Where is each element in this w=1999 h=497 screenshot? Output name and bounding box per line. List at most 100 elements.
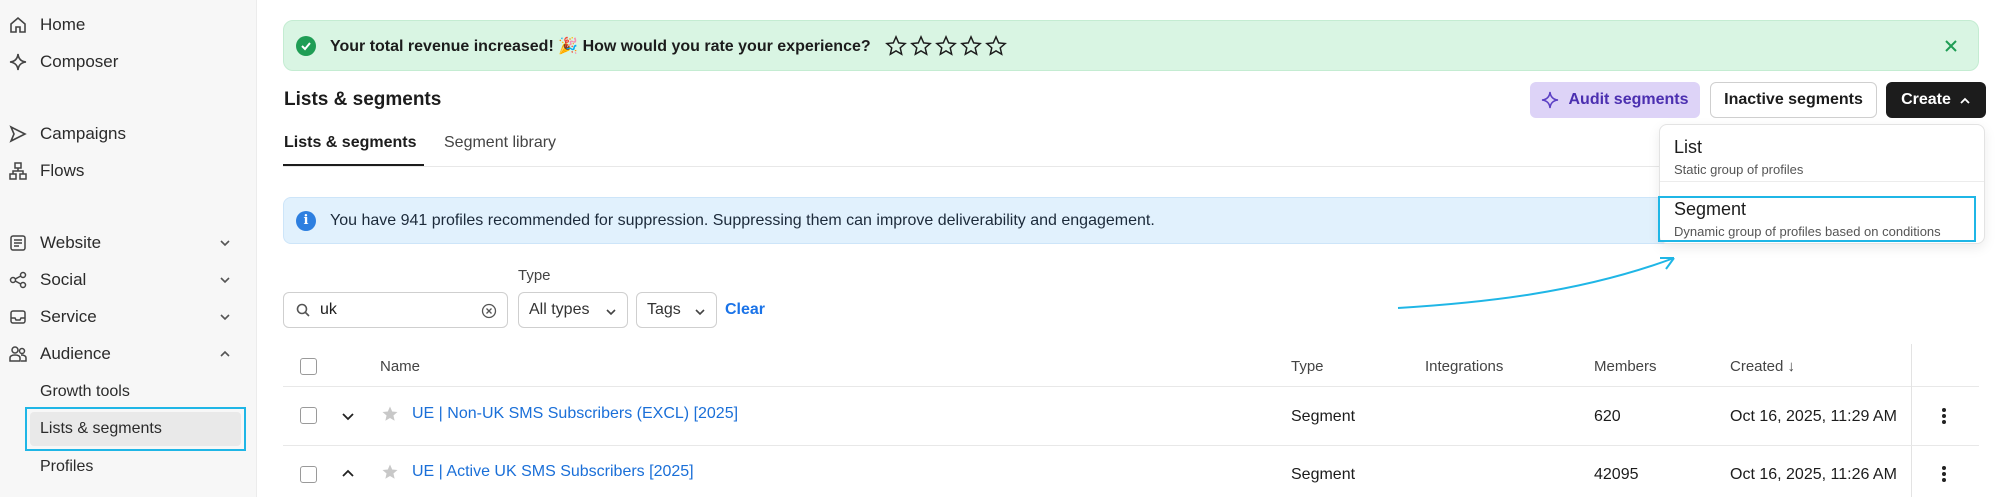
type-cell: Segment <box>1291 466 1356 483</box>
tab-segment-library[interactable]: Segment library <box>444 134 556 152</box>
sidebar-item-label: Composer <box>40 52 119 71</box>
column-header-integrations[interactable]: Integrations <box>1425 358 1503 375</box>
row-checkbox[interactable] <box>300 466 317 483</box>
select-all-checkbox[interactable] <box>300 358 317 375</box>
created-cell: Oct 16, 2025, 11:26 AM <box>1730 466 1897 483</box>
chevron-down-icon <box>218 309 232 323</box>
type-select[interactable]: All types <box>518 292 628 328</box>
sidebar-subitem-label: Lists & segments <box>40 420 162 437</box>
sidebar-item-audience[interactable]: Audience <box>8 338 248 370</box>
type-filter-label: Type <box>518 267 551 284</box>
sidebar-subitem-label: Growth tools <box>40 383 130 400</box>
sidebar-item-label: Service <box>40 307 97 326</box>
share-icon <box>8 270 28 290</box>
sidebar-item-flows[interactable]: Flows <box>8 155 248 187</box>
rating-stars <box>884 34 1007 57</box>
chevron-down-icon <box>605 305 617 317</box>
sidebar-item-website[interactable]: Website <box>8 227 248 259</box>
chevron-up-icon <box>1959 94 1971 106</box>
segment-highlight-box <box>1658 196 1976 242</box>
banner-message: Your total revenue increased! 🎉 How woul… <box>330 37 871 55</box>
clear-filters-link[interactable]: Clear <box>725 301 765 319</box>
segment-name-link[interactable]: UE | Non-UK SMS Subscribers (EXCL) [2025… <box>412 405 738 423</box>
favorite-star-icon[interactable] <box>381 405 399 423</box>
row-checkbox[interactable] <box>300 407 317 424</box>
favorite-star-icon[interactable] <box>381 463 399 481</box>
star-4-icon[interactable] <box>959 34 982 57</box>
more-options-icon[interactable] <box>1939 406 1949 426</box>
inbox-icon <box>8 307 28 327</box>
sidebar-subitem-label: Profiles <box>40 458 94 475</box>
chevron-down-icon <box>218 272 232 286</box>
inactive-segments-label: Inactive segments <box>1724 91 1863 108</box>
sidebar-item-label: Audience <box>40 344 111 363</box>
close-icon[interactable] <box>1942 37 1960 55</box>
members-cell: 42095 <box>1594 466 1639 483</box>
info-icon: i <box>296 210 316 231</box>
menu-item-list[interactable]: List Static group of profiles <box>1674 137 1803 177</box>
sidebar-item-social[interactable]: Social <box>8 264 248 296</box>
sidebar-item-composer[interactable]: Composer <box>8 46 248 78</box>
chevron-up-icon <box>218 346 232 360</box>
column-header-created[interactable]: Created ↓ <box>1730 358 1795 375</box>
audit-segments-button[interactable]: Audit segments <box>1530 82 1700 118</box>
audit-segments-label: Audit segments <box>1568 91 1689 108</box>
send-icon <box>8 124 28 144</box>
annotation-arrow <box>1397 257 1675 309</box>
search-icon <box>296 303 310 317</box>
search-input[interactable] <box>320 301 470 319</box>
document-icon <box>8 233 28 253</box>
page-title: Lists & segments <box>284 89 442 110</box>
sidebar-item-label: Website <box>40 233 102 252</box>
segment-name-link[interactable]: UE | Active UK SMS Subscribers [2025] <box>412 463 694 481</box>
sidebar-item-label: Flows <box>40 161 85 180</box>
sidebar-item-home[interactable]: Home <box>8 9 248 41</box>
header-divider <box>283 386 1979 387</box>
sidebar: Home Composer Campaigns Flows Website So… <box>0 0 257 497</box>
tab-lists-segments[interactable]: Lists & segments <box>284 134 416 152</box>
create-label: Create <box>1901 91 1951 108</box>
row-divider <box>283 445 1979 446</box>
type-cell: Segment <box>1291 408 1356 425</box>
sidebar-item-campaigns[interactable]: Campaigns <box>8 118 248 150</box>
menu-divider <box>1660 181 1984 182</box>
created-cell: Oct 16, 2025, 11:29 AM <box>1730 408 1897 425</box>
chevron-down-icon <box>218 235 232 249</box>
column-header-members[interactable]: Members <box>1594 358 1657 375</box>
sidebar-item-service[interactable]: Service <box>8 301 248 333</box>
type-select-value: All types <box>529 301 590 318</box>
clear-search-icon[interactable] <box>481 303 497 319</box>
sidebar-subitem-growth-tools[interactable]: Growth tools <box>40 378 130 406</box>
star-5-icon[interactable] <box>984 34 1007 57</box>
create-button[interactable]: Create <box>1886 82 1986 118</box>
chevron-up-icon[interactable] <box>340 466 356 482</box>
sparkle-icon <box>8 52 28 72</box>
flows-icon <box>8 161 28 181</box>
star-1-icon[interactable] <box>884 34 907 57</box>
menu-item-title: List <box>1674 137 1703 157</box>
sparkle-icon <box>1541 91 1559 109</box>
sidebar-item-label: Home <box>40 15 86 34</box>
members-cell: 620 <box>1594 408 1621 425</box>
actions-column-divider <box>1911 344 1912 497</box>
home-icon <box>8 15 28 35</box>
tags-select[interactable]: Tags <box>636 292 717 328</box>
column-header-name[interactable]: Name <box>380 358 420 375</box>
chevron-down-icon[interactable] <box>340 408 356 424</box>
more-options-icon[interactable] <box>1939 464 1949 484</box>
menu-item-description: Static group of profiles <box>1674 162 1804 177</box>
star-2-icon[interactable] <box>909 34 932 57</box>
sidebar-subitem-lists-segments[interactable]: Lists & segments <box>25 407 246 451</box>
search-field[interactable] <box>283 292 508 328</box>
column-header-type[interactable]: Type <box>1291 358 1324 375</box>
info-message: You have 941 profiles recommended for su… <box>330 211 1155 229</box>
check-circle-icon <box>296 35 316 56</box>
revenue-banner: Your total revenue increased! 🎉 How woul… <box>283 20 1979 71</box>
people-icon <box>8 344 28 364</box>
sidebar-subitem-profiles[interactable]: Profiles <box>40 453 93 481</box>
tags-select-value: Tags <box>647 301 681 318</box>
inactive-segments-button[interactable]: Inactive segments <box>1710 82 1877 118</box>
sidebar-item-label: Social <box>40 270 87 289</box>
sidebar-item-label: Campaigns <box>40 124 126 143</box>
star-3-icon[interactable] <box>934 34 957 57</box>
